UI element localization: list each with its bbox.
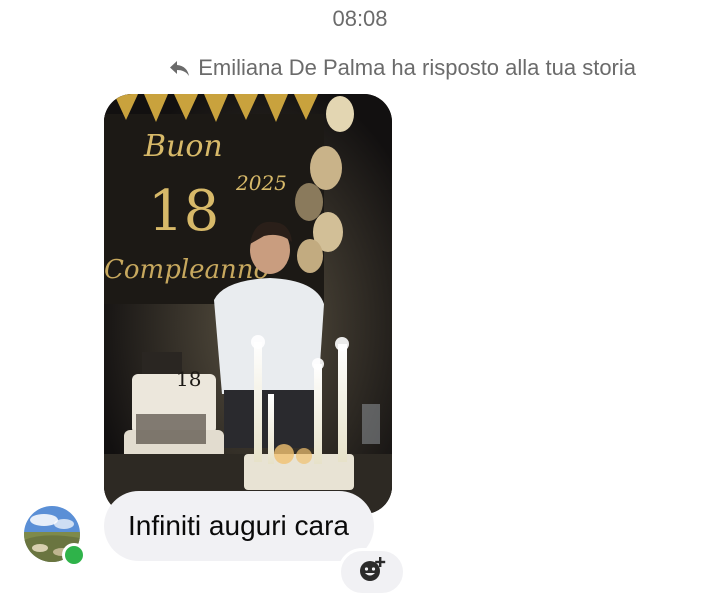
story-reply-header: Emiliana De Palma ha risposto alla tua s… bbox=[168, 55, 636, 81]
backdrop-year-text: 2025 bbox=[235, 171, 287, 195]
message-text: Infiniti auguri cara bbox=[128, 510, 350, 541]
backdrop-buon-text: Buon bbox=[143, 129, 223, 164]
add-reaction-button[interactable] bbox=[338, 548, 406, 596]
backdrop-age-text: 18 bbox=[148, 179, 219, 244]
reply-arrow-icon bbox=[168, 59, 190, 77]
backdrop-compleanno-text: Compleanno bbox=[104, 255, 269, 285]
add-reaction-icon bbox=[358, 556, 386, 588]
reply-note-text: Emiliana De Palma ha risposto alla tua s… bbox=[198, 55, 636, 80]
message-timestamp: 08:08 bbox=[332, 6, 388, 31]
cake-topper-text: 18 bbox=[176, 367, 201, 391]
online-status-dot bbox=[62, 543, 86, 567]
message-bubble[interactable]: Infiniti auguri cara bbox=[104, 491, 375, 561]
story-preview[interactable]: Buon 18 2025 Compleanno 18 bbox=[104, 94, 392, 514]
